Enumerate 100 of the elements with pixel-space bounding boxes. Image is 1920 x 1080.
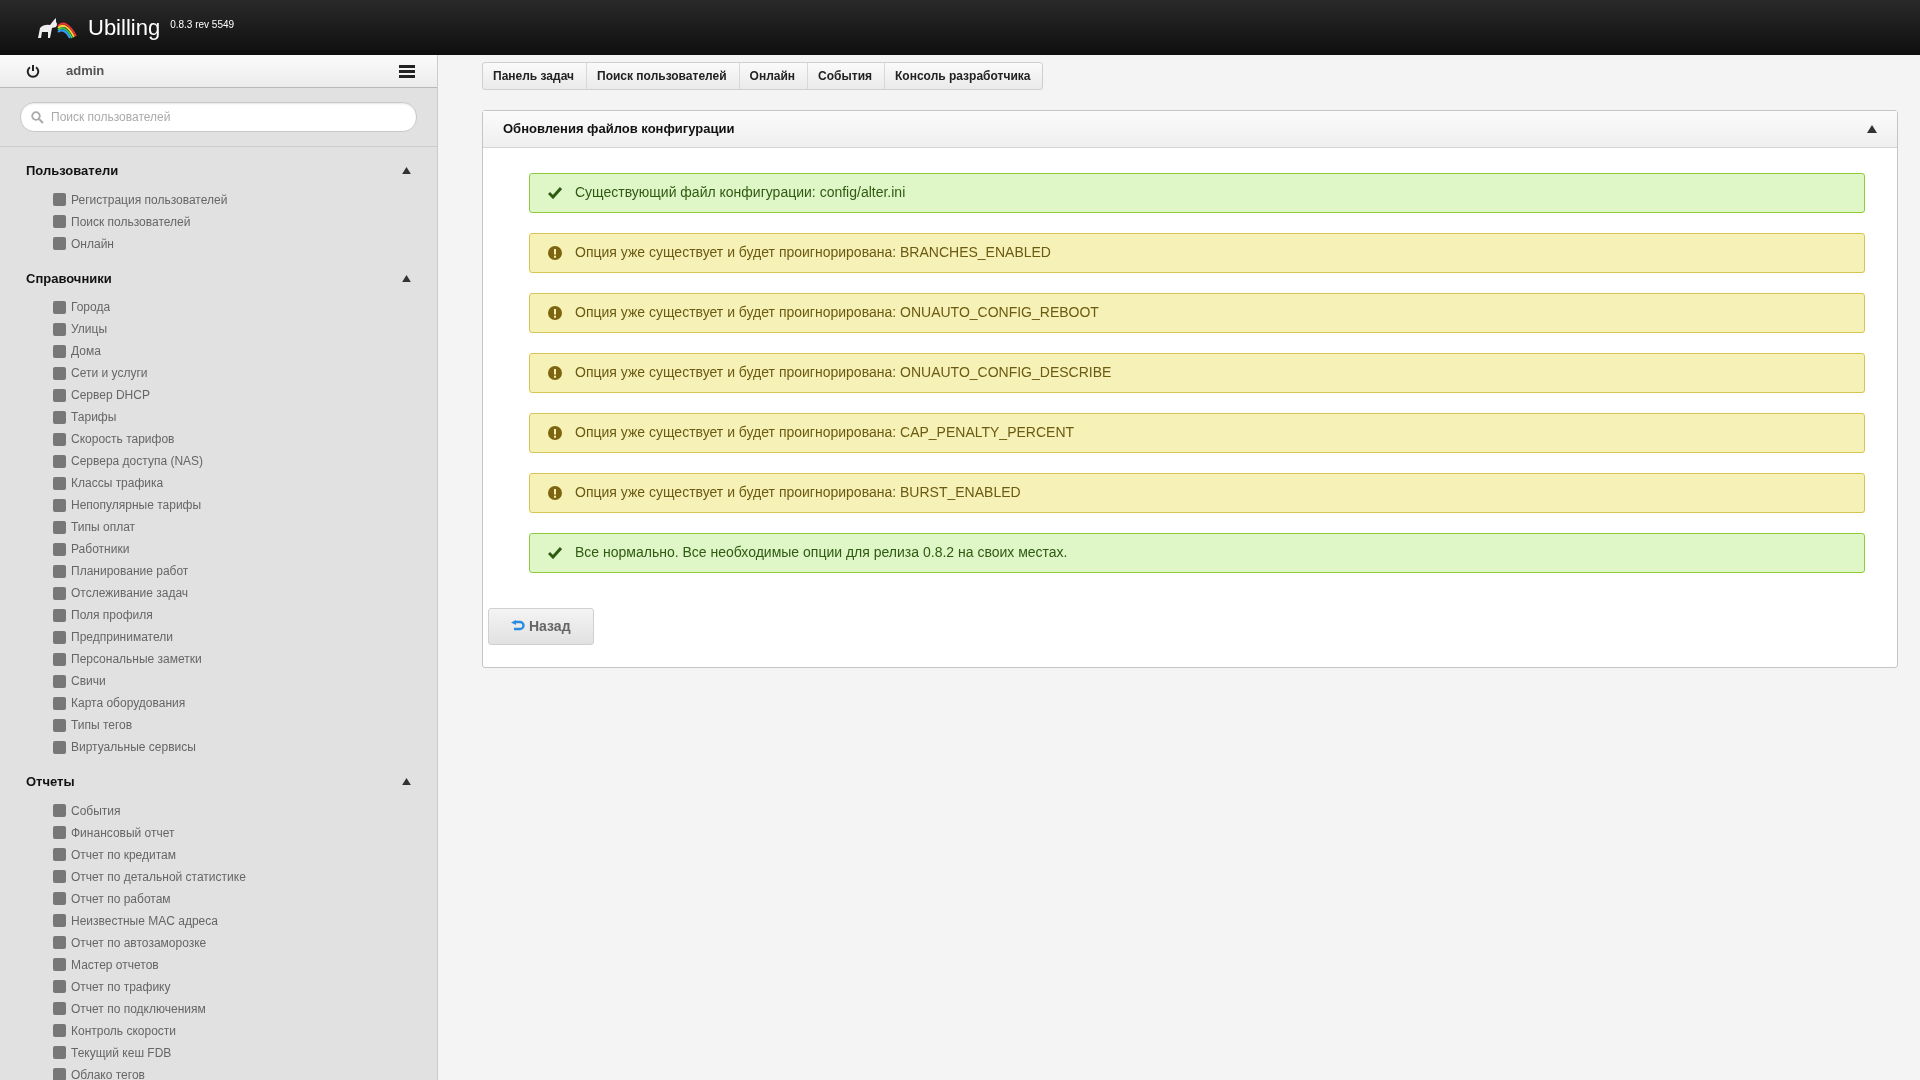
square-icon: [53, 237, 66, 250]
breadcrumb-link[interactable]: События: [808, 63, 886, 89]
square-icon: [53, 826, 66, 839]
sidebar-item[interactable]: Типы оплат: [26, 516, 411, 538]
square-icon: [53, 432, 66, 446]
square-icon: [53, 1002, 66, 1015]
square-icon: [53, 674, 66, 688]
breadcrumb-link[interactable]: Онлайн: [739, 63, 809, 89]
section-title: Пользователи: [26, 162, 119, 180]
square-icon: [53, 652, 66, 666]
exclamation-icon: [548, 425, 562, 440]
exclamation-icon: [548, 365, 562, 380]
sidebar-item[interactable]: Скорость тарифов: [26, 428, 411, 450]
alert-text: Опция уже существует и будет проигнорирована: BRANCHES_ENABLED: [575, 243, 1051, 262]
sidebar-item[interactable]: Отчет по работам: [26, 887, 411, 910]
square-icon: [53, 804, 66, 817]
sidebar-item[interactable]: Улицы: [26, 318, 411, 340]
square-icon: [53, 542, 66, 556]
sidebar-item[interactable]: Сети и услуги: [26, 362, 411, 384]
square-icon: [53, 1068, 66, 1080]
check-icon: [548, 186, 562, 199]
square-icon: [53, 1024, 66, 1037]
sidebar-item[interactable]: Города: [26, 296, 411, 318]
square-icon: [53, 215, 66, 228]
alert-text: Все нормально. Все необходимые опции для релиза 0.8.2 на своих местах.: [575, 543, 1068, 562]
alert-text: Опция уже существует и будет проигнорирована: BURST_ENABLED: [575, 483, 1021, 502]
square-icon: [53, 936, 66, 949]
user-name: admin: [66, 62, 106, 81]
square-icon: [53, 958, 66, 971]
sidebar-item[interactable]: Облако тегов: [26, 1063, 411, 1080]
sidebar-item[interactable]: Отчет по автозаморозке: [26, 931, 411, 954]
sidebar-item[interactable]: Дома: [26, 340, 411, 362]
sidebar-item[interactable]: Мастер отчетов: [26, 953, 411, 976]
square-icon: [53, 980, 66, 993]
sidebar-item[interactable]: Неизвестные MAC адреса: [26, 909, 411, 932]
check-icon: [548, 546, 562, 559]
sidebar-item[interactable]: Типы тегов: [26, 714, 411, 736]
breadcrumb-link[interactable]: Поиск пользователей: [587, 63, 740, 89]
sidebar-item[interactable]: Виртуальные сервисы: [26, 736, 411, 758]
caret-up-icon[interactable]: [402, 274, 411, 282]
sidebar-item[interactable]: Сервера доступа (NAS): [26, 450, 411, 472]
square-icon: [53, 1046, 66, 1059]
sidebar-item[interactable]: Отслеживание задач: [26, 582, 411, 604]
exclamation-icon: [548, 245, 562, 260]
square-icon: [53, 564, 66, 578]
square-icon: [53, 586, 66, 600]
return-arrow-icon: [511, 619, 525, 633]
square-icon: [53, 608, 66, 622]
alert-text: Опция уже существует и будет проигнорирована: ONUAUTO_CONFIG_DESCRIBE: [575, 363, 1112, 382]
sidebar-item[interactable]: Свичи: [26, 670, 411, 692]
square-icon: [53, 630, 66, 644]
sidebar-item[interactable]: Отчет по кредитам: [26, 843, 411, 866]
sidebar-item[interactable]: Планирование работ: [26, 560, 411, 582]
exclamation-icon: [548, 305, 562, 320]
power-icon[interactable]: [26, 64, 40, 78]
sidebar-item[interactable]: Классы трафика: [26, 472, 411, 494]
sidebar-item[interactable]: Отчет по детальной статистике: [26, 865, 411, 888]
sidebar-item[interactable]: События: [26, 799, 411, 822]
back-button[interactable]: Назад: [488, 607, 594, 645]
sidebar-item[interactable]: Работники: [26, 538, 411, 560]
square-icon: [53, 892, 66, 905]
sidebar-item[interactable]: Финансовый отчет: [26, 821, 411, 844]
sidebar-item[interactable]: Отчет по трафику: [26, 975, 411, 998]
sidebar-item[interactable]: Непопулярные тарифы: [26, 494, 411, 516]
sidebar-item[interactable]: Карта оборудования: [26, 692, 411, 714]
caret-up-icon[interactable]: [402, 778, 411, 786]
square-icon: [53, 366, 66, 380]
square-icon: [53, 344, 66, 358]
square-icon: [53, 914, 66, 927]
square-icon: [53, 498, 66, 512]
square-icon: [53, 410, 66, 424]
section-title: Справочники: [26, 269, 112, 288]
sidebar-item[interactable]: Тарифы: [26, 406, 411, 428]
section-title: Отчеты: [26, 773, 75, 791]
menu-icon[interactable]: [399, 64, 415, 78]
sidebar-item[interactable]: Сервер DHCP: [26, 384, 411, 406]
breadcrumb-link[interactable]: Консоль разработчика: [885, 63, 1043, 89]
exclamation-icon: [548, 485, 562, 500]
caret-up-icon[interactable]: [1867, 124, 1877, 133]
sidebar-item[interactable]: Регистрация пользователей: [26, 188, 411, 211]
sidebar-item[interactable]: Поиск пользователей: [26, 210, 411, 233]
breadcrumb-link[interactable]: Панель задач: [483, 63, 587, 89]
sidebar-item[interactable]: Текущий кеш FDB: [26, 1041, 411, 1064]
square-icon: [53, 848, 66, 861]
sidebar-item[interactable]: Контроль скорости: [26, 1019, 411, 1042]
square-icon: [53, 696, 66, 710]
sidebar-item[interactable]: Предприниматели: [26, 626, 411, 648]
sidebar-item[interactable]: Поля профиля: [26, 604, 411, 626]
square-icon: [53, 454, 66, 468]
alert-text: Опция уже существует и будет проигнорирована: ONUAUTO_CONFIG_REBOOT: [575, 303, 1099, 322]
search-field[interactable]: Поиск пользователей: [20, 102, 417, 132]
sidebar-item[interactable]: Отчет по подключениям: [26, 997, 411, 1020]
square-icon: [53, 718, 66, 732]
square-icon: [53, 740, 66, 754]
square-icon: [53, 476, 66, 490]
sidebar-item[interactable]: Онлайн: [26, 232, 411, 255]
alert-text: Опция уже существует и будет проигнорирована: CAP_PENALTY_PERCENT: [575, 423, 1075, 442]
caret-up-icon[interactable]: [402, 167, 411, 175]
sidebar-item[interactable]: Персональные заметки: [26, 648, 411, 670]
square-icon: [53, 322, 66, 336]
